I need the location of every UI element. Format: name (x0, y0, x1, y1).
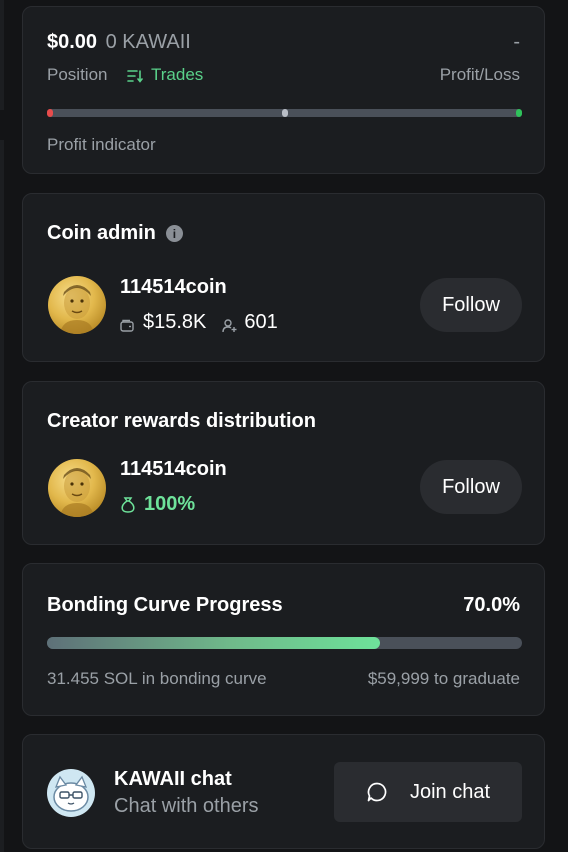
creator-name[interactable]: 114514coin (120, 458, 227, 481)
money-bag-icon (120, 496, 136, 513)
chat-title: KAWAII chat (114, 768, 232, 790)
chat-bubble-icon (366, 781, 388, 803)
followers-icon (222, 316, 238, 332)
position-token-amount: 0 KAWAII (105, 31, 191, 53)
join-chat-button[interactable]: Join chat (334, 762, 522, 822)
chat-subtitle: Chat with others (114, 795, 259, 817)
profit-indicator-loss-end (47, 109, 53, 117)
bonding-curve-percent: 70.0% (463, 594, 520, 616)
coin-admin-followers: 601 (244, 311, 278, 333)
wallet-icon (120, 316, 134, 332)
left-panel-edge (0, 0, 4, 110)
info-icon[interactable]: i (165, 225, 183, 242)
coin-admin-title: Coin admin (47, 222, 156, 244)
position-value-row: $0.00 0 KAWAII (47, 31, 191, 54)
profit-indicator-bar (47, 109, 522, 117)
profit-indicator-label: Profit indicator (47, 135, 156, 154)
creator-rewards-card: Creator rewards distribution 114514coin … (22, 381, 545, 545)
bonding-curve-sol: 31.455 SOL in bonding curve (47, 669, 267, 688)
position-tab[interactable]: Position (47, 65, 107, 85)
coin-admin-stats: $15.8K 601 (120, 311, 278, 334)
creator-avatar[interactable] (48, 459, 106, 517)
chat-card: KAWAII chat Chat with others Join chat (22, 734, 545, 849)
coin-admin-market-cap: $15.8K (143, 311, 207, 333)
bonding-curve-graduate: $59,999 to graduate (367, 669, 520, 688)
trades-tab-label: Trades (151, 65, 204, 84)
join-chat-label: Join chat (409, 780, 491, 803)
chat-avatar (47, 769, 95, 817)
creator-follow-button[interactable]: Follow (420, 460, 522, 514)
trades-tab[interactable]: Trades (127, 65, 203, 85)
pnl-value: - (513, 31, 520, 53)
trades-list-icon (127, 68, 143, 83)
left-panel-edge (0, 140, 4, 852)
creator-share: 100% (144, 493, 196, 515)
bonding-curve-progress-fill (47, 637, 380, 649)
creator-rewards-title: Creator rewards distribution (47, 410, 316, 432)
creator-share-row: 100% (120, 493, 195, 516)
bonding-curve-title: Bonding Curve Progress (47, 594, 283, 616)
coin-admin-header: Coin admin i (47, 222, 183, 245)
coin-admin-name[interactable]: 114514coin (120, 276, 227, 299)
coin-admin-avatar[interactable] (48, 276, 106, 334)
profit-indicator-marker (281, 109, 288, 117)
position-card: $0.00 0 KAWAII - Position Trades Profit/… (22, 6, 545, 174)
bonding-curve-card: Bonding Curve Progress 70.0% 31.455 SOL … (22, 563, 545, 716)
coin-admin-follow-button[interactable]: Follow (420, 278, 522, 332)
coin-admin-card: Coin admin i 114514coin $15.8K 601 Follo… (22, 193, 545, 362)
profit-loss-label: Profit/Loss (439, 65, 520, 84)
bonding-curve-progress-bar (47, 637, 522, 649)
position-usd-value: $0.00 (47, 31, 98, 53)
profit-indicator-gain-end (516, 109, 522, 117)
